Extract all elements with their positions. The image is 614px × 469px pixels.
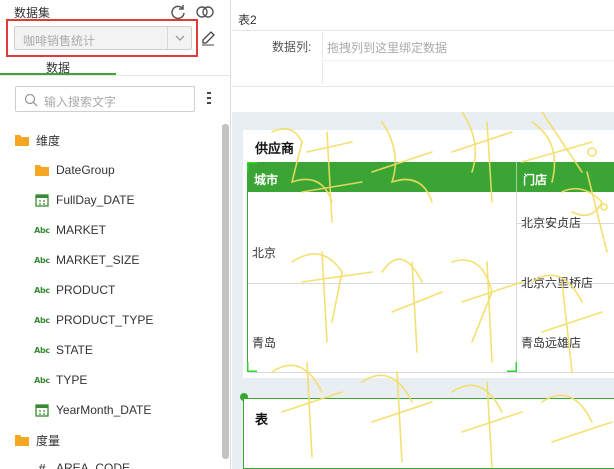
tree-field[interactable]: Abc PRODUCT_TYPE — [34, 310, 153, 330]
table-cell: 青岛 — [252, 336, 277, 350]
text-field-icon: Abc — [34, 373, 50, 387]
tree-field[interactable]: Abc PRODUCT — [34, 280, 115, 300]
component-title: 表2 — [238, 13, 257, 27]
calendar-icon — [34, 403, 50, 417]
selection-corner[interactable] — [247, 162, 257, 172]
number-field-icon: # — [34, 461, 50, 469]
data-panel: 数据集 咖啡销售统计 数据 输入搜索文字 维度 DateGroup FullDa… — [0, 0, 231, 469]
column-header-city[interactable]: 城市 — [248, 162, 516, 192]
tree-item-label: STATE — [56, 343, 93, 357]
table-cell: 北京安贞店 — [521, 216, 582, 230]
abc-glyph: Abc — [34, 255, 50, 265]
selection-corner[interactable] — [247, 362, 257, 372]
text-field-icon: Abc — [34, 313, 50, 327]
tree-field[interactable]: DateGroup — [34, 160, 115, 180]
tree-field[interactable]: Abc STATE — [34, 340, 93, 360]
field-search-box[interactable]: 输入搜索文字 — [15, 86, 195, 112]
tree-item-label: YearMonth_DATE — [56, 403, 152, 417]
table-card-supplier[interactable]: 供应商 城市 门店 北京 北京安贞店 北京六里桥店 青岛 青岛远雄店 — [243, 130, 614, 378]
tree-item-label: AREA_CODE — [56, 461, 131, 469]
folder-icon — [34, 163, 50, 177]
data-column-label: 数据列: — [272, 40, 312, 54]
table-card-2[interactable]: 表 — [243, 398, 614, 469]
tree-item-label: 度量 — [36, 433, 61, 448]
data-column-dropzone-row2[interactable] — [322, 60, 614, 84]
tree-item-label: PRODUCT_TYPE — [56, 313, 154, 327]
tree-folder[interactable]: 维度 — [14, 130, 60, 150]
search-icon — [24, 93, 38, 107]
designer-area: 表2 数据列: 拖拽列到这里绑定数据 供应商 城市 门店 北京 北京安贞店 北京… — [232, 0, 614, 469]
more-menu-icon[interactable] — [204, 90, 214, 106]
abc-glyph: Abc — [34, 225, 50, 235]
folder-icon — [14, 133, 30, 147]
text-field-icon: Abc — [34, 283, 50, 297]
tree-folder[interactable]: 度量 — [14, 430, 60, 450]
tree-field[interactable]: FullDay_DATE — [34, 190, 134, 210]
tree-field[interactable]: Abc MARKET — [34, 220, 106, 240]
tree-item-label: MARKET — [56, 223, 107, 237]
table-cell: 北京六里桥店 — [521, 276, 594, 290]
title-divider — [232, 30, 614, 31]
text-field-icon: Abc — [34, 223, 50, 237]
card-title: 表 — [255, 412, 269, 427]
abc-glyph: Abc — [34, 315, 50, 325]
selection-corner[interactable] — [507, 362, 517, 372]
text-field-icon: Abc — [34, 253, 50, 267]
edit-icon[interactable] — [200, 30, 216, 46]
tree-item-label: MARKET_SIZE — [56, 253, 140, 267]
tree-field[interactable]: Abc TYPE — [34, 370, 87, 390]
data-column-placeholder: 拖拽列到这里绑定数据 — [327, 41, 448, 55]
tree-item-label: PRODUCT — [56, 283, 116, 297]
text-field-icon: Abc — [34, 343, 50, 357]
tree-field[interactable]: YearMonth_DATE — [34, 400, 151, 420]
tree-field[interactable]: # AREA_CODE — [34, 458, 130, 469]
data-column-dropzone[interactable]: 拖拽列到这里绑定数据 — [322, 32, 614, 58]
link-dataset-icon[interactable] — [195, 3, 215, 21]
folder-icon — [14, 433, 30, 447]
calendar-icon — [34, 193, 50, 207]
tab-active-indicator — [0, 73, 116, 75]
tree-field[interactable]: Abc MARKET_SIZE — [34, 250, 139, 270]
abc-glyph: Abc — [34, 375, 50, 385]
search-placeholder: 输入搜索文字 — [44, 95, 117, 109]
crosstab: 城市 门店 北京 北京安贞店 北京六里桥店 青岛 青岛远雄店 — [247, 162, 614, 373]
binding-divider — [232, 86, 614, 87]
tree-item-label: FullDay_DATE — [56, 193, 135, 207]
abc-glyph: Abc — [34, 285, 50, 295]
tree-item-label: TYPE — [56, 373, 88, 387]
table-cell: 青岛远雄店 — [521, 336, 582, 350]
tab-divider — [0, 75, 230, 76]
report-canvas: 供应商 城市 门店 北京 北京安贞店 北京六里桥店 青岛 青岛远雄店 表 — [232, 112, 614, 469]
tree-item-label: 维度 — [36, 133, 61, 148]
dataset-highlight-box — [6, 19, 198, 57]
abc-glyph: Abc — [34, 345, 50, 355]
table-cell: 北京 — [252, 246, 277, 260]
column-header-store[interactable]: 门店 — [517, 162, 614, 192]
tree-item-label: DateGroup — [56, 163, 115, 177]
hash-glyph: # — [38, 460, 46, 469]
card-title: 供应商 — [255, 141, 295, 156]
scrollbar-thumb[interactable] — [222, 124, 229, 459]
